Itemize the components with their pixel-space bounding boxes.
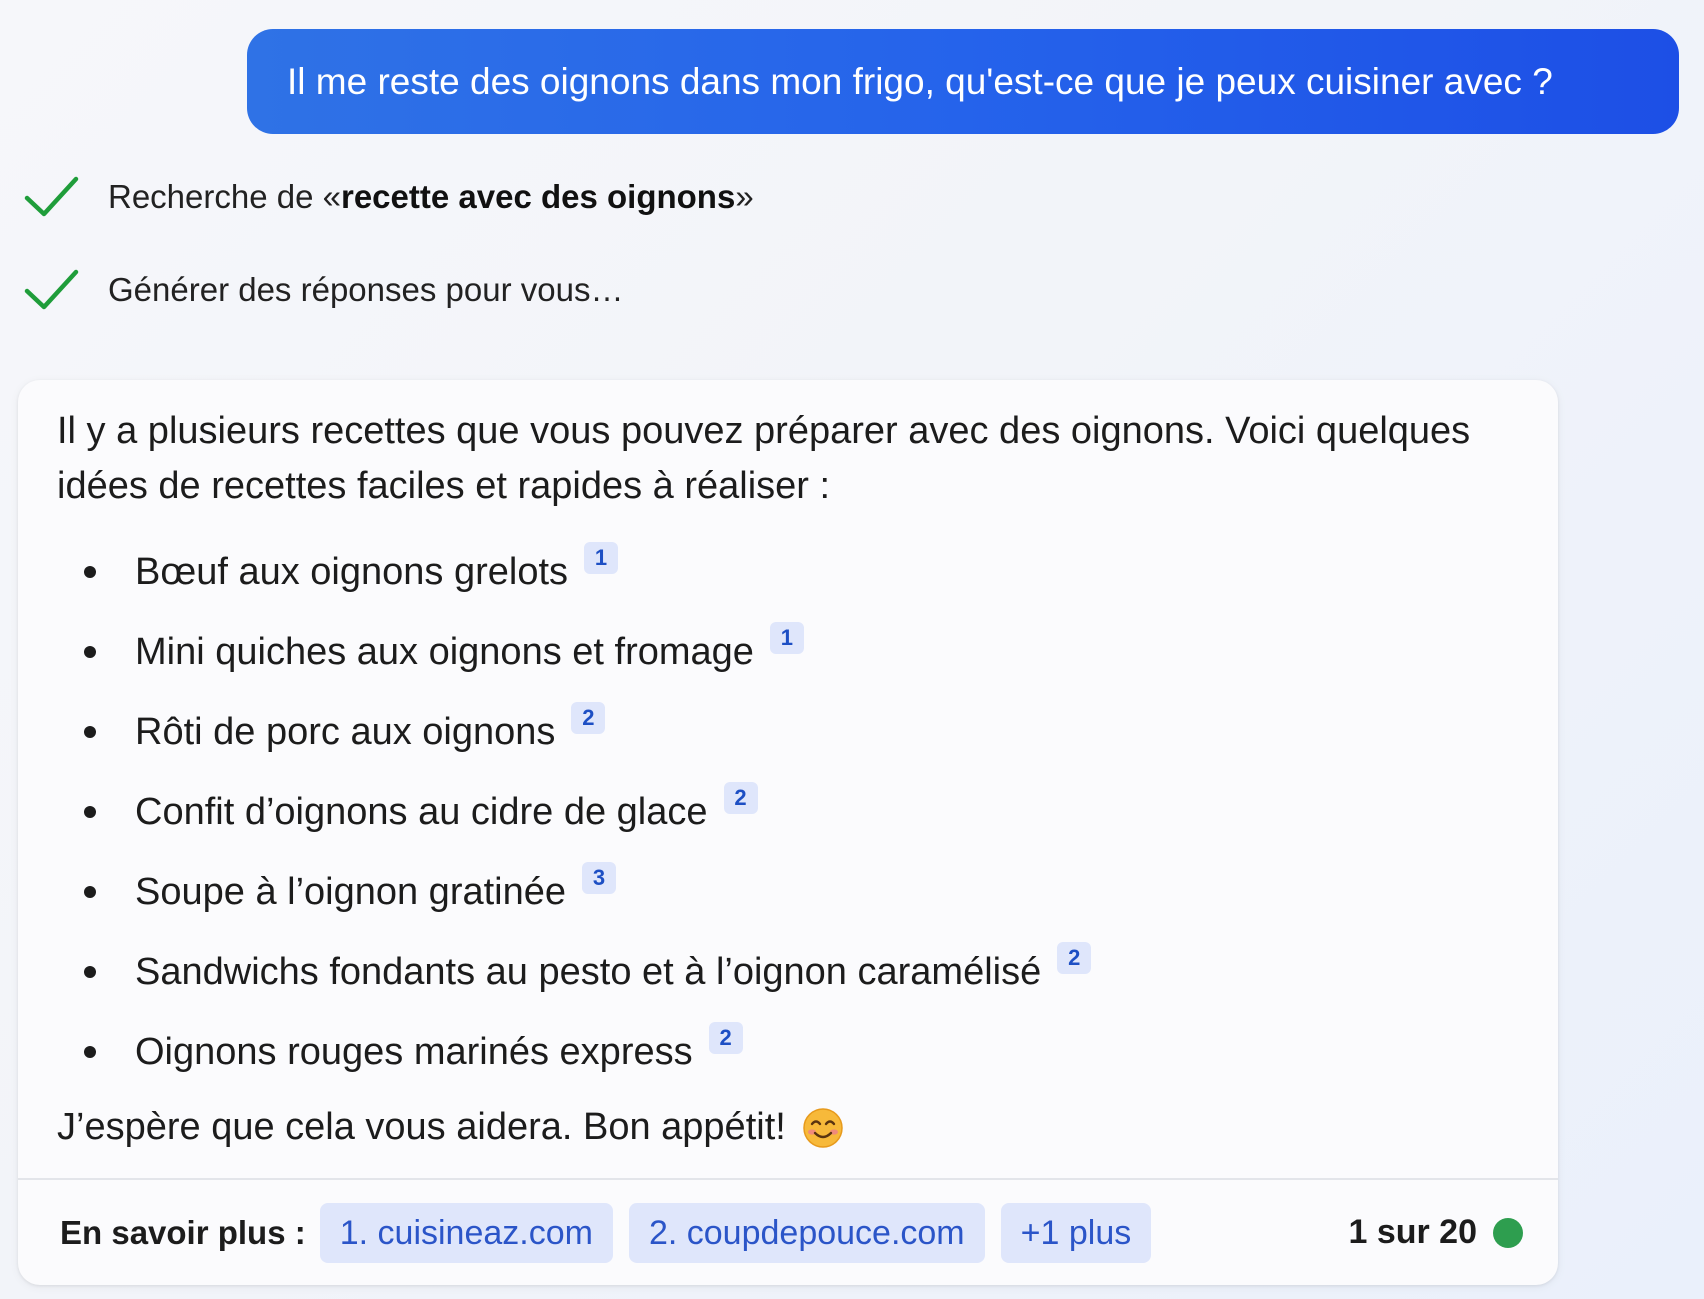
smiling-face-icon: [803, 1107, 843, 1148]
source-link-cuisineaz[interactable]: 1. cuisineaz.com: [319, 1202, 613, 1263]
recipe-label: Rôti de porc aux oignons: [135, 710, 556, 753]
citation-badge[interactable]: 2: [1057, 942, 1092, 974]
recipe-label: Mini quiches aux oignons et fromage: [135, 630, 754, 673]
citation-badge[interactable]: 2: [723, 782, 758, 814]
recipe-list: Bœuf aux oignons grelots 1 Mini quiches …: [57, 532, 1518, 1092]
list-item: Bœuf aux oignons grelots 1: [57, 532, 1518, 612]
bullet-icon: [84, 726, 96, 738]
status-search-query: recette avec des oignons: [340, 178, 736, 215]
response-card: Il y a plusieurs recettes que vous pouve…: [18, 380, 1558, 1285]
list-item: Rôti de porc aux oignons 2: [57, 692, 1518, 772]
recipe-label: Oignons rouges marinés express: [135, 1030, 693, 1073]
learn-more-footer: En savoir plus : 1. cuisineaz.com 2. cou…: [18, 1180, 1558, 1285]
citation-badge[interactable]: 1: [584, 542, 619, 574]
bullet-icon: [84, 646, 96, 658]
response-outro: J’espère que cela vous aidera. Bon appét…: [57, 1100, 1518, 1155]
check-icon: [24, 269, 79, 310]
list-item: Confit d’oignons au cidre de glace 2: [57, 772, 1518, 852]
list-item: Oignons rouges marinés express 2: [57, 1012, 1518, 1092]
response-body: Il y a plusieurs recettes que vous pouve…: [57, 404, 1518, 1155]
user-message-text: Il me reste des oignons dans mon frigo, …: [287, 60, 1553, 102]
bullet-icon: [84, 566, 96, 578]
status-dot-icon: [1493, 1217, 1523, 1248]
citation-badge[interactable]: 3: [582, 862, 617, 894]
user-message-bubble: Il me reste des oignons dans mon frigo, …: [247, 29, 1679, 134]
learn-more-label: En savoir plus :: [60, 1213, 306, 1251]
bullet-icon: [84, 886, 96, 898]
source-link-coupdepouce[interactable]: 2. coupdepouce.com: [628, 1202, 985, 1263]
list-item: Soupe à l’oignon gratinée 3: [57, 852, 1518, 932]
bullet-icon: [84, 966, 96, 978]
response-counter-text: 1 sur 20: [1348, 1213, 1477, 1251]
bullet-icon: [84, 806, 96, 818]
recipe-label: Soupe à l’oignon gratinée: [135, 870, 567, 913]
status-search-done: Recherche de «recette avec des oignons»: [24, 172, 754, 222]
list-item: Mini quiches aux oignons et fromage 1: [57, 612, 1518, 692]
recipe-label: Confit d’oignons au cidre de glace: [135, 790, 708, 833]
status-generating-text: Générer des réponses pour vous…: [108, 271, 624, 308]
citation-badge[interactable]: 2: [708, 1022, 743, 1054]
response-outro-text: J’espère que cela vous aidera. Bon appét…: [57, 1106, 786, 1148]
response-intro: Il y a plusieurs recettes que vous pouve…: [57, 410, 1471, 507]
bullet-icon: [84, 1046, 96, 1058]
list-item: Sandwichs fondants au pesto et à l’oigno…: [57, 932, 1518, 1012]
response-counter: 1 sur 20: [1348, 1180, 1523, 1285]
status-search-suffix: »: [735, 178, 754, 215]
recipe-label: Bœuf aux oignons grelots: [135, 550, 569, 593]
recipe-label: Sandwichs fondants au pesto et à l’oigno…: [135, 950, 1042, 993]
more-sources-button[interactable]: +1 plus: [1000, 1202, 1152, 1263]
check-icon: [24, 176, 79, 217]
status-generating-done: Générer des réponses pour vous…: [24, 265, 623, 315]
citation-badge[interactable]: 1: [769, 622, 804, 654]
status-search-prefix: Recherche de «: [108, 178, 341, 215]
citation-badge[interactable]: 2: [571, 702, 606, 734]
